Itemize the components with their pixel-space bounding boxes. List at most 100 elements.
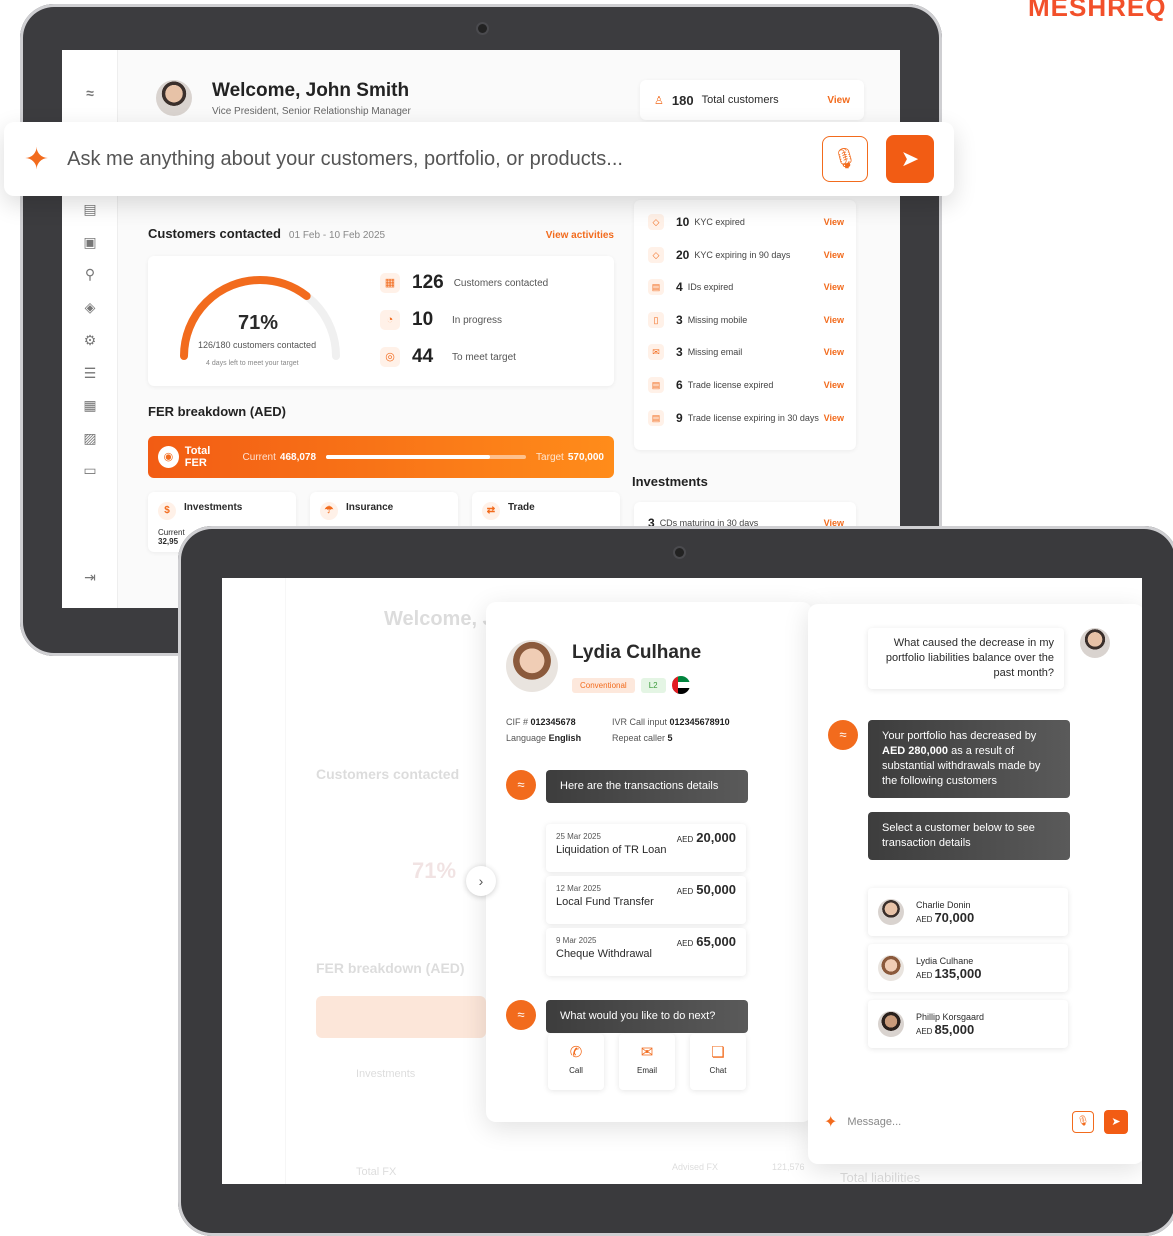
microphone-button[interactable]: 🎙 <box>822 136 868 182</box>
send-button[interactable]: ➤ <box>1104 1110 1128 1134</box>
ghost-sidebar <box>222 578 286 1184</box>
alert-row: ✉ 3 Missing email View <box>648 344 844 361</box>
total-customers-card: ♙ 180 Total customers View <box>640 80 864 120</box>
calendar-icon: ▦ <box>380 273 400 293</box>
customer-panel: Lydia Culhane Conventional L2 CIF # 0123… <box>486 602 812 1122</box>
send-button[interactable]: ➤ <box>886 135 934 183</box>
assistant-avatar-icon: ≈ <box>506 770 536 800</box>
contacted-title: Customers contacted <box>148 226 281 241</box>
ghost-adv-val: 121,576 <box>772 1162 805 1172</box>
call-button[interactable]: ✆ Call <box>548 1034 604 1090</box>
transaction-card[interactable]: 25 Mar 2025 AED 20,000 Liquidation of TR … <box>546 824 746 872</box>
customer-meta-right: IVR Call input 012345678910 Repeat calle… <box>612 717 730 743</box>
alert-view-link[interactable]: View <box>824 347 844 357</box>
assistant-answer: Your portfolio has decreased by AED 280,… <box>868 720 1070 798</box>
assistant-message: What would you like to do next? <box>546 1000 748 1033</box>
ghost-fer-bar <box>316 996 486 1038</box>
hourglass-icon: ◔ <box>380 310 400 330</box>
reports-icon[interactable]: ▤ <box>81 200 99 218</box>
phone-icon: ✆ <box>569 1044 583 1061</box>
ghost-advised: Advised FX <box>672 1162 719 1172</box>
alert-row: ▤ 4 IDs expired View <box>648 279 844 296</box>
box-icon[interactable]: ◈ <box>81 298 99 316</box>
target-icon: ◎ <box>380 347 400 367</box>
email-button[interactable]: ✉ Email <box>619 1034 675 1090</box>
alert-count: 9 <box>676 410 683 425</box>
contacted-range: 01 Feb - 10 Feb 2025 <box>288 230 386 241</box>
view-activities-link[interactable]: View activities <box>546 230 614 241</box>
transaction-card[interactable]: 9 Mar 2025 AED 65,000 Cheque Withdrawal <box>546 928 746 976</box>
customer-avatar <box>878 1011 904 1037</box>
investment-icon: $ <box>158 502 176 520</box>
microphone-button[interactable]: 🎙 <box>1072 1111 1094 1133</box>
brand-corner-text: MESHREQ <box>1028 0 1167 22</box>
alert-label: IDs expired <box>687 282 734 293</box>
assistant-avatar-icon: ≈ <box>828 720 858 750</box>
link-icon[interactable]: ⚲ <box>81 265 99 283</box>
alert-label: Missing email <box>687 347 743 358</box>
customer-avatar <box>878 899 904 925</box>
settings-icon[interactable]: ⚙ <box>81 331 99 349</box>
list-icon[interactable]: ☰ <box>81 364 99 382</box>
logout-icon[interactable]: ⇥ <box>81 568 99 586</box>
total-fer-bar[interactable]: ◉ Total FER Current 468,078 Target 570,0… <box>148 436 614 478</box>
user-avatar <box>1080 628 1110 658</box>
tag-level: L2 <box>640 677 666 693</box>
alert-label: Missing mobile <box>687 314 748 325</box>
uae-flag-icon <box>671 676 690 694</box>
investments-title: Investments <box>632 474 708 489</box>
camera <box>478 24 487 33</box>
chat-screen: Welcome, John Smith Customers contacted … <box>222 578 1142 1184</box>
chat-button[interactable]: ❏ Chat <box>690 1034 746 1090</box>
mail-icon: ✉ <box>640 1044 654 1061</box>
assistant-message: Here are the transactions details <box>546 770 748 803</box>
tag-conventional: Conventional <box>572 677 635 693</box>
customer-avatar <box>878 955 904 981</box>
user-message: What caused the decrease in my portfolio… <box>868 628 1064 689</box>
customer-option[interactable]: Charlie Donin AED 70,000 <box>868 888 1068 936</box>
collapse-chevron-icon[interactable]: › <box>466 866 496 896</box>
ghost-contacted: Customers contacted <box>316 766 460 782</box>
customer-tags: Conventional L2 <box>572 676 690 694</box>
assistant-avatar-icon: ≈ <box>506 1000 536 1030</box>
contacted-sub: 126/180 customers contacted <box>198 340 317 350</box>
alert-count: 3 <box>676 312 683 327</box>
ghost-investments: Investments <box>356 1068 416 1080</box>
umbrella-icon: ☂ <box>320 502 338 520</box>
calendar-icon[interactable]: ▦ <box>81 396 99 414</box>
customer-name: Lydia Culhane <box>572 642 702 663</box>
portfolio-icon[interactable]: ▣ <box>81 233 99 251</box>
message-input[interactable]: Message... <box>847 1116 1072 1128</box>
ghost-fer: FER breakdown (AED) <box>316 960 465 976</box>
welcome-title: Welcome, John Smith <box>212 80 410 101</box>
alert-label: KYC expired <box>694 217 745 227</box>
sparkle-icon: ✦ <box>824 1114 838 1131</box>
alert-view-link[interactable]: View <box>824 413 844 423</box>
alert-count: 20 <box>676 247 690 262</box>
alert-row: ◇ 10 KYC expired View <box>648 214 844 230</box>
view-total-customers-link[interactable]: View <box>827 95 850 106</box>
document-icon[interactable]: ▭ <box>81 461 99 479</box>
customer-option[interactable]: Phillip Korsgaard AED 85,000 <box>868 1000 1068 1048</box>
total-customers-label: Total customers <box>701 94 779 106</box>
contacted-header: Customers contacted 01 Feb - 10 Feb 2025… <box>148 226 614 241</box>
alert-view-link[interactable]: View <box>824 282 844 292</box>
fer-title: FER breakdown (AED) <box>148 404 286 419</box>
customer-option[interactable]: Lydia Culhane AED 135,000 <box>868 944 1068 992</box>
alert-label: Trade license expired <box>687 380 774 390</box>
alert-view-link[interactable]: View <box>824 315 844 325</box>
alert-icon: ▤ <box>648 377 664 393</box>
alert-view-link[interactable]: View <box>824 217 844 227</box>
contacted-percent: 71% <box>238 312 279 334</box>
alert-count: 6 <box>676 378 683 392</box>
ghost-percent: 71% <box>412 858 457 883</box>
user-avatar[interactable] <box>156 80 192 116</box>
transaction-card[interactable]: 12 Mar 2025 AED 50,000 Local Fund Transfe… <box>546 876 746 924</box>
sparkle-icon: ✦ <box>24 142 50 176</box>
alert-view-link[interactable]: View <box>824 380 844 390</box>
image-icon[interactable]: ▨ <box>81 429 99 447</box>
alert-row: ▤ 6 Trade license expired View <box>648 377 844 393</box>
alert-view-link[interactable]: View <box>824 250 844 260</box>
ask-input[interactable]: Ask me anything about your customers, po… <box>67 148 822 171</box>
alert-count: 4 <box>676 280 683 295</box>
